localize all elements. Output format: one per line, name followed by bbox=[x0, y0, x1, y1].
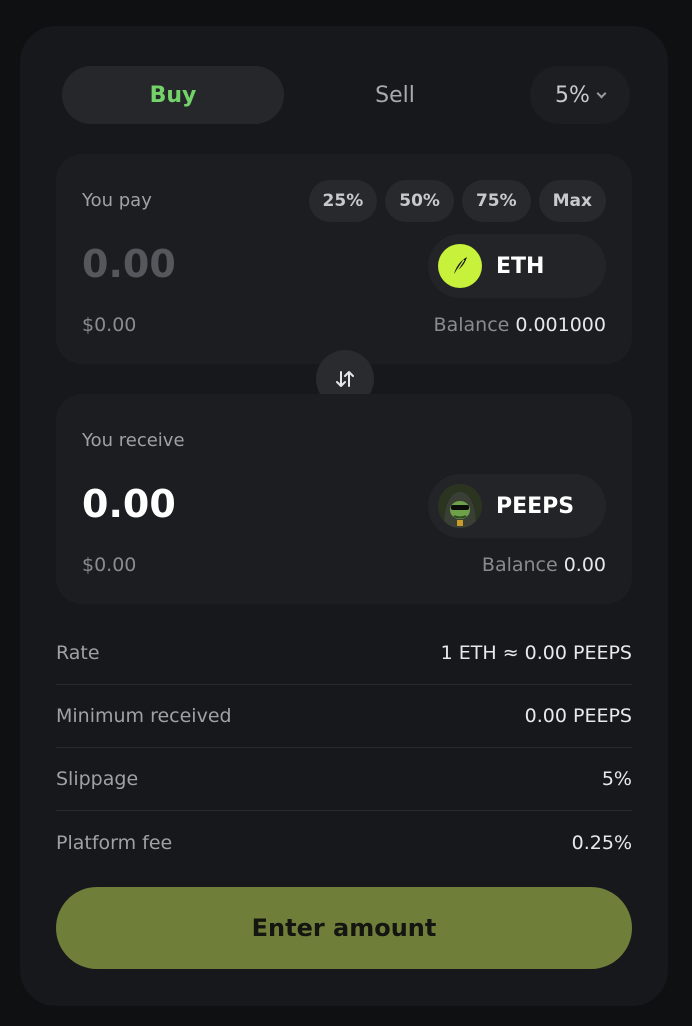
pay-token-selector[interactable]: ETH bbox=[428, 234, 606, 298]
preset-50-button[interactable]: 50% bbox=[385, 180, 454, 222]
detail-value: 0.25% bbox=[571, 831, 632, 854]
eth-token-icon bbox=[438, 244, 482, 288]
receive-token-selector[interactable]: PEEPS bbox=[428, 474, 606, 538]
preset-25-button[interactable]: 25% bbox=[308, 180, 378, 222]
detail-label: Platform fee bbox=[56, 831, 173, 854]
chevron-down-icon bbox=[596, 88, 607, 98]
swap-arrows-icon bbox=[336, 371, 354, 387]
receive-token-name: PEEPS bbox=[496, 493, 575, 519]
pay-panel: You pay 25% 50% 75% Max $0.00 ETH Balanc… bbox=[56, 154, 632, 364]
detail-value: 5% bbox=[601, 768, 632, 790]
preset-75-button[interactable]: 75% bbox=[461, 180, 531, 222]
detail-row-minimum-received: Minimum received 0.00 PEEPS bbox=[56, 685, 632, 748]
detail-value: 0.00 PEEPS bbox=[524, 705, 632, 727]
pay-balance-label: Balance bbox=[433, 314, 510, 336]
trade-details: Rate 1 ETH ≈ 0.00 PEEPS Minimum received… bbox=[56, 622, 632, 874]
preset-max-button[interactable]: Max bbox=[538, 180, 606, 222]
swap-card: Buy Sell 5% You pay 25% 50% 75% Max $0.0… bbox=[20, 26, 668, 1006]
tab-buy[interactable]: Buy bbox=[62, 66, 284, 124]
slippage-dropdown[interactable]: 5% bbox=[530, 66, 630, 124]
receive-label: You receive bbox=[82, 430, 185, 451]
receive-usd-value: $0.00 bbox=[82, 554, 137, 576]
pay-label: You pay bbox=[82, 190, 152, 211]
detail-row-slippage: Slippage 5% bbox=[56, 748, 632, 811]
detail-label: Slippage bbox=[56, 768, 139, 790]
detail-row-platform-fee: Platform fee 0.25% bbox=[56, 811, 632, 874]
tab-sell[interactable]: Sell bbox=[284, 66, 506, 124]
trade-tabs: Buy Sell 5% bbox=[62, 66, 630, 124]
receive-amount: 0.00 bbox=[82, 482, 176, 526]
detail-label: Rate bbox=[56, 642, 100, 664]
amount-presets: 25% 50% 75% Max bbox=[308, 180, 606, 222]
enter-amount-button[interactable]: Enter amount bbox=[56, 887, 632, 969]
peeps-token-icon bbox=[438, 484, 482, 528]
detail-row-rate: Rate 1 ETH ≈ 0.00 PEEPS bbox=[56, 622, 632, 685]
pay-balance: Balance 0.001000 bbox=[434, 314, 606, 336]
detail-value: 1 ETH ≈ 0.00 PEEPS bbox=[440, 642, 632, 664]
pay-amount-input[interactable] bbox=[82, 242, 282, 286]
slippage-value: 5% bbox=[555, 82, 590, 108]
receive-panel: You receive 0.00 $0.00 PEEPS Balance 0.00 bbox=[56, 394, 632, 604]
receive-balance: Balance 0.00 bbox=[482, 554, 606, 576]
pay-token-name: ETH bbox=[496, 253, 545, 279]
detail-label: Minimum received bbox=[56, 705, 232, 727]
pay-balance-value: 0.001000 bbox=[515, 314, 606, 336]
pay-usd-value: $0.00 bbox=[82, 314, 137, 336]
receive-balance-value: 0.00 bbox=[563, 554, 606, 576]
receive-balance-label: Balance bbox=[481, 554, 558, 576]
